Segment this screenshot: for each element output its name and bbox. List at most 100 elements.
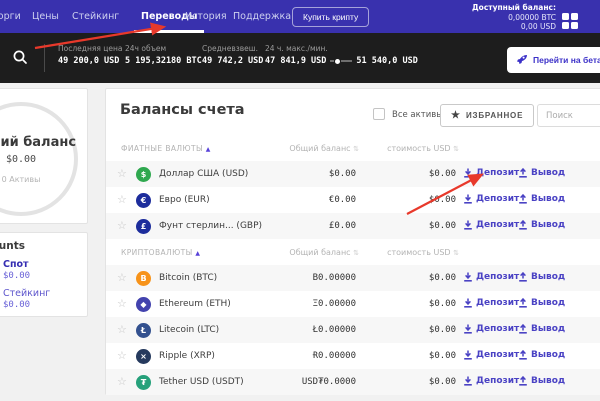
deposit-link[interactable]: Депозит [463,194,519,204]
asset-row: ☆ B Bitcoin (BTC) B0.00000 $0.00 Депозит… [106,265,600,291]
section-rows: ☆ B Bitcoin (BTC) B0.00000 $0.00 Депозит… [106,265,600,395]
asset-row: ☆ ₮ Tether USD (USDT) USD₮0.0000 $0.00 Д… [106,369,600,395]
total-balance-amount: $0.00 [6,154,36,165]
asset-balance: €0.00 [226,195,356,205]
apps-grid-icon[interactable] [562,13,580,30]
column-value-header[interactable]: стоимость USD ⇅ [366,144,459,153]
asset-row: ☆ $ Доллар США (USD) $0.00 $0.00 Депозит… [106,161,600,187]
withdraw-link[interactable]: Вывод [518,220,565,230]
ticker-stat: Последняя цена 49 200,0 USD [58,44,122,66]
all-assets-label: Все активы [392,110,443,120]
sidebar-account-link[interactable]: Спот $0.00 [3,259,30,281]
asset-name: Litecoin (LTC) [159,325,219,335]
rocket-icon [516,54,528,66]
asset-row: ☆ × Ripple (XRP) Ɍ0.00000 $0.00 Депозит … [106,343,600,369]
available-balance-usd: 0,00 USD [472,22,556,32]
withdraw-link[interactable]: Вывод [518,350,565,360]
deposit-icon [463,272,473,282]
deposit-icon [463,194,473,204]
currency-icon: $ [136,167,151,182]
deposit-link[interactable]: Депозит [463,324,519,334]
favorite-star-icon[interactable]: ☆ [117,219,127,232]
page-title: Балансы счета [120,102,245,118]
range-slider [330,59,352,64]
table-section: ФИАТНЫЕ ВАЛЮТЫ ▲ Общий баланс ⇅ стоимост… [106,141,600,239]
sort-icon: ⇅ [453,249,459,257]
favorite-star-icon[interactable]: ☆ [117,271,127,284]
favorite-star-icon[interactable]: ☆ [117,297,127,310]
all-assets-checkbox[interactable] [373,108,385,120]
asset-balance: Ł0.00000 [226,325,356,335]
sort-asc-icon: ▲ [206,146,211,153]
withdraw-link[interactable]: Вывод [518,194,565,204]
nav-item[interactable]: История [185,0,227,33]
withdraw-icon [518,194,528,204]
section-sort-header[interactable]: КРИПТОВАЛЮТЫ ▲ [121,248,200,257]
asset-value-usd: $0.00 [366,325,456,335]
currency-icon: ◆ [136,297,151,312]
currency-icon: € [136,193,151,208]
favorite-star-icon[interactable]: ☆ [117,193,127,206]
withdraw-link[interactable]: Вывод [518,324,565,334]
withdraw-link[interactable]: Вывод [518,376,565,386]
search-input[interactable] [537,104,600,127]
currency-icon: ₮ [136,375,151,390]
available-balance-label: Доступный баланс: [472,3,556,13]
nav-item[interactable]: Торги [0,0,21,33]
asset-value-usd: $0.00 [366,273,456,283]
section-rows: ☆ $ Доллар США (USD) $0.00 $0.00 Депозит… [106,161,600,239]
withdraw-icon [518,324,528,334]
section-sort-header[interactable]: ФИАТНЫЕ ВАЛЮТЫ ▲ [121,144,211,153]
deposit-icon [463,168,473,178]
withdraw-link[interactable]: Вывод [518,298,565,308]
total-balance-assets: 0 Активы [2,175,41,184]
nav-item[interactable]: Цены [32,0,59,33]
column-value-header[interactable]: стоимость USD ⇅ [366,248,459,257]
balances-table: ФИАТНЫЕ ВАЛЮТЫ ▲ Общий баланс ⇅ стоимост… [106,141,600,401]
go-to-beta-button[interactable]: Перейти на бета [507,47,600,73]
asset-balance: Ɍ0.00000 [226,351,356,361]
deposit-link[interactable]: Депозит [463,350,519,360]
available-balance-btc: 0,00000 BTC [472,13,556,23]
favorite-star-icon[interactable]: ☆ [117,375,127,388]
ticker-stat: Средневзвеш. 49 742,2 USD [202,44,263,66]
withdraw-icon [518,298,528,308]
buy-crypto-button[interactable]: Купить крипту [292,7,369,27]
withdraw-link[interactable]: Вывод [518,168,565,178]
top-navigation: ТоргиЦеныСтейкингПереводыИсторияПоддержк… [0,0,600,33]
favorite-star-icon[interactable]: ☆ [117,323,127,336]
withdraw-icon [518,350,528,360]
asset-value-usd: $0.00 [366,377,456,387]
asset-row: ☆ ◆ Ethereum (ETH) Ξ0.00000 $0.00 Депози… [106,291,600,317]
accounts-card: Accounts Спот $0.00 Стейкинг $0.00 [0,232,88,317]
deposit-link[interactable]: Депозит [463,298,519,308]
withdraw-link[interactable]: Вывод [518,272,565,282]
deposit-link[interactable]: Депозит [463,220,519,230]
sidebar-account-link[interactable]: Стейкинг $0.00 [3,288,50,310]
deposit-icon [463,350,473,360]
currency-icon: Ł [136,323,151,338]
column-balance-header[interactable]: Общий баланс ⇅ [226,144,359,153]
accounts-title: Accounts [0,240,25,252]
total-balance-title: Общий баланс [0,135,76,150]
favorites-button[interactable]: ★ ИЗБРАННОЕ [440,104,534,127]
favorite-star-icon[interactable]: ☆ [117,349,127,362]
asset-name: Bitcoin (BTC) [159,273,217,283]
asset-value-usd: $0.00 [366,351,456,361]
search-icon[interactable] [12,49,29,66]
asset-balance: £0.00 [226,221,356,231]
withdraw-icon [518,376,528,386]
nav-item[interactable]: Поддержка [233,0,291,33]
favorite-star-icon[interactable]: ☆ [117,167,127,180]
deposit-link[interactable]: Депозит [463,272,519,282]
withdraw-icon [518,220,528,230]
section-header: КРИПТОВАЛЮТЫ ▲ Общий баланс ⇅ стоимость … [106,245,600,261]
asset-value-usd: $0.00 [366,221,456,231]
column-balance-header[interactable]: Общий баланс ⇅ [226,248,359,257]
deposit-link[interactable]: Депозит [463,376,519,386]
ticker-stat: 24ч объем 5 195,32180 BTC [125,44,202,66]
account-balances-card: Балансы счета Все активы ★ ИЗБРАННОЕ ФИА… [105,88,600,395]
deposit-icon [463,220,473,230]
nav-item[interactable]: Стейкинг [72,0,119,33]
deposit-link[interactable]: Депозит [463,168,519,178]
